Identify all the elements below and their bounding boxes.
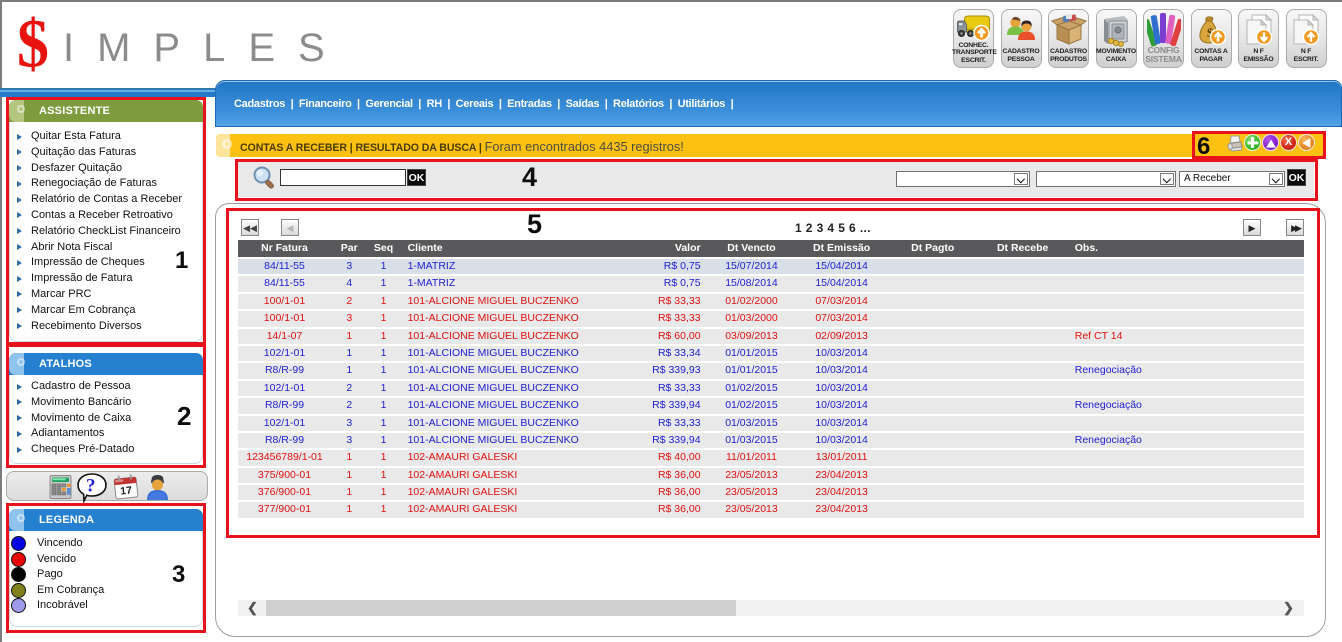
svg-text:?: ? <box>86 476 96 497</box>
svg-text:17: 17 <box>120 484 133 497</box>
